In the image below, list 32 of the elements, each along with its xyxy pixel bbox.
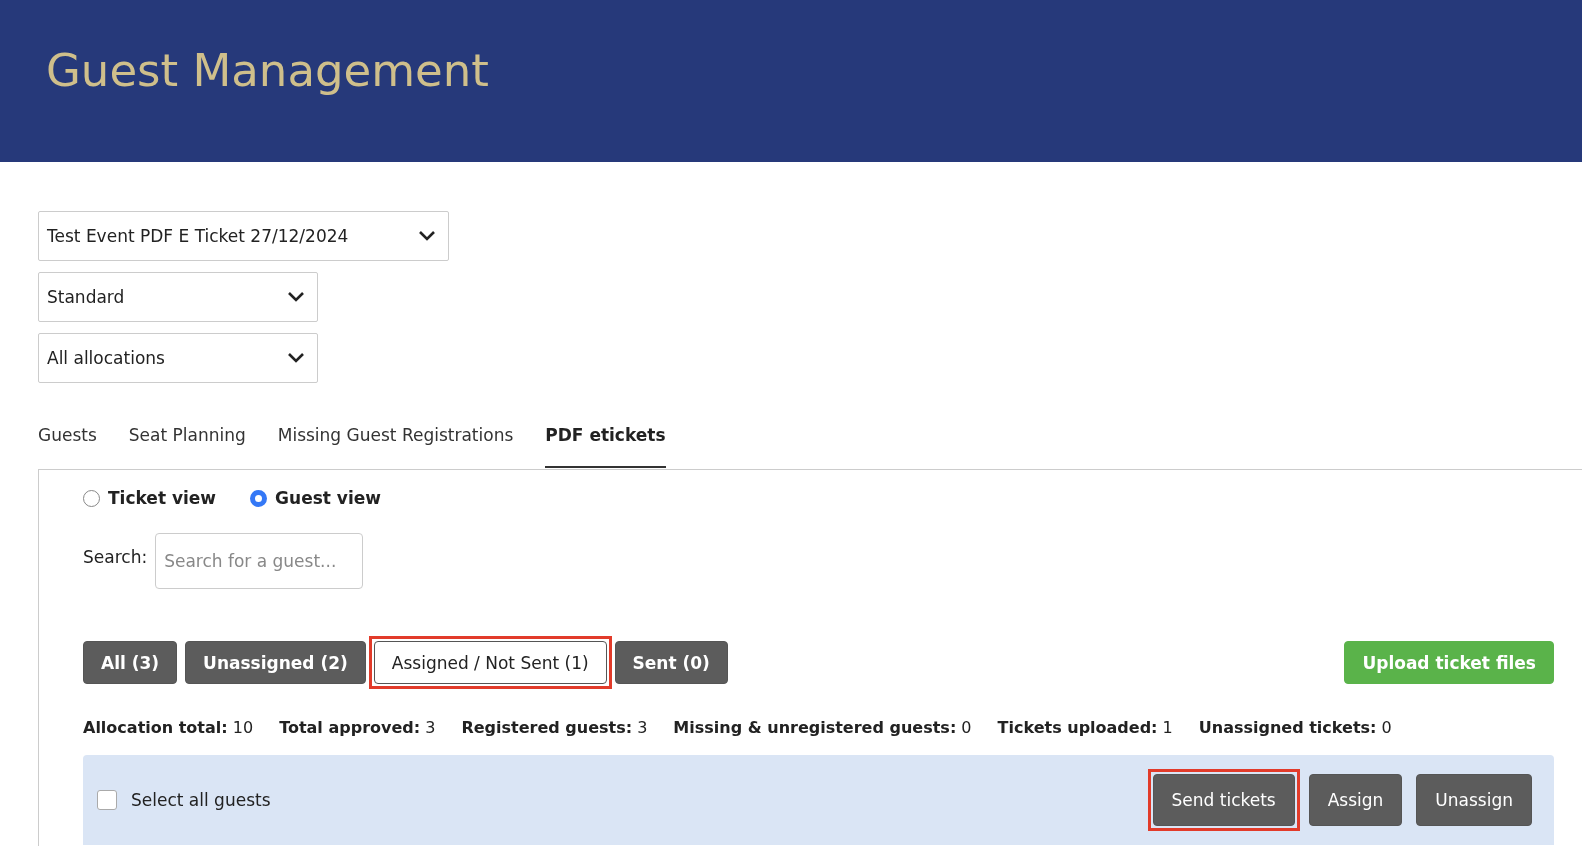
stat-text: Total approved: 3 — [279, 718, 436, 737]
filter-button[interactable]: Sent (0) — [614, 641, 728, 684]
search-label: Search: — [83, 547, 148, 567]
stat-text: Registered guests: 3 — [461, 718, 648, 737]
checkbox[interactable] — [97, 790, 117, 810]
filter-button[interactable]: Assigned / Not Sent (1) — [373, 641, 607, 684]
filter-button[interactable]: All (3) — [83, 641, 178, 684]
action-button[interactable]: Unassign — [1416, 774, 1532, 826]
tab[interactable]: Seat Planning — [128, 425, 246, 468]
dropdown-field[interactable]: Standard — [38, 272, 318, 322]
stat-text: Allocation total: 10 — [83, 718, 254, 737]
action-button[interactable]: Send tickets — [1152, 774, 1295, 826]
radio-button[interactable] — [250, 489, 268, 507]
tab[interactable]: Guests — [38, 425, 97, 468]
radio-label: Ticket view — [108, 488, 217, 508]
stat-text: Missing & unregistered guests: 0 — [673, 718, 972, 737]
dropdown-field[interactable]: Test Event PDF E Ticket 27/12/2024 — [38, 211, 450, 261]
checkbox-label: Select all guests — [131, 790, 271, 810]
chevron-down-icon — [418, 230, 437, 242]
chevron-down-icon — [287, 352, 305, 364]
chevron-down-icon — [287, 291, 305, 303]
tab[interactable]: Missing Guest Registrations — [277, 425, 514, 468]
stat-text: Tickets uploaded: 1 — [997, 718, 1173, 737]
radio-button[interactable] — [83, 489, 100, 507]
action-button[interactable]: Assign — [1308, 774, 1403, 826]
search-field[interactable]: Search for a guest... — [155, 533, 364, 589]
dropdown-field[interactable]: All allocations — [38, 333, 318, 383]
filter-button[interactable]: Unassigned (2) — [185, 641, 366, 684]
page-title: Guest Management — [46, 44, 489, 97]
stat-text: Unassigned tickets: 0 — [1198, 718, 1392, 737]
radio-label: Guest view — [275, 488, 381, 508]
tab[interactable]: PDF etickets — [545, 425, 666, 468]
